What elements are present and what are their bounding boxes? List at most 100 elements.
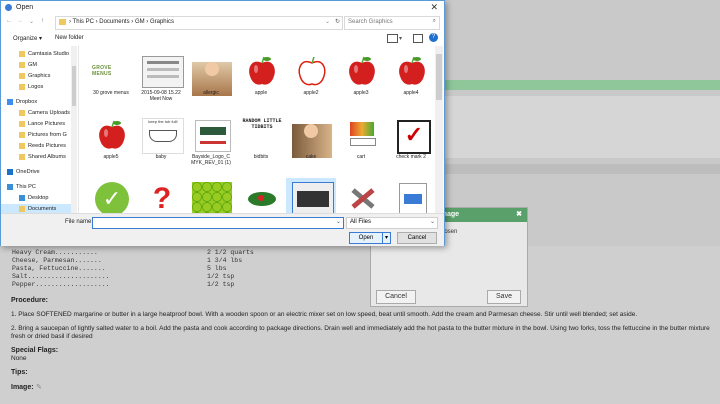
panel-cancel-button[interactable]: Cancel <box>376 290 416 304</box>
file-item[interactable] <box>386 178 434 213</box>
ingredient-name: Heavy Cream........... <box>12 249 98 256</box>
file-scroll-thumb[interactable] <box>436 54 442 100</box>
file-item[interactable]: apple <box>236 50 286 110</box>
breadcrumb-graphics[interactable]: Graphics <box>150 19 174 25</box>
documents-icon <box>19 206 25 212</box>
up-icon[interactable]: ↑ <box>41 18 44 24</box>
address-bar[interactable]: › This PC › Documents › GM › Graphics ⌄ … <box>55 16 343 30</box>
breadcrumb-documents[interactable]: Documents <box>99 19 129 25</box>
file-name: bidbits <box>253 154 269 160</box>
bathtub-icon: keep the tub full! <box>142 118 184 154</box>
file-item[interactable] <box>286 178 336 213</box>
file-scrollbar[interactable] <box>435 46 443 213</box>
dialog-title: Open <box>16 4 34 11</box>
recipe-area: Heavy Cream........... 2 1/2 quarts Chee… <box>0 246 720 404</box>
forward-icon[interactable]: → <box>17 18 23 24</box>
nav-item[interactable]: Dropbox <box>1 97 71 108</box>
nav-item[interactable]: Camtasia Studio <box>1 49 71 60</box>
chevron-down-icon[interactable]: ⌄ <box>29 18 34 25</box>
pencil-icon[interactable]: ✎ <box>36 383 42 391</box>
file-item[interactable]: Bayside_Logo_C MYK_REV_01 (1) <box>186 114 236 174</box>
chevron-down-icon[interactable]: ⌄ <box>336 218 341 225</box>
nav-item-label: OneDrive <box>16 169 40 175</box>
breadcrumb-this-pc[interactable]: This PC <box>73 19 94 25</box>
nav-item[interactable]: Logos <box>1 82 71 93</box>
folder-icon <box>19 121 25 127</box>
help-icon[interactable]: ? <box>429 33 438 42</box>
nav-item[interactable]: Desktop <box>1 193 71 204</box>
preview-pane-icon[interactable] <box>413 34 423 43</box>
nav-item[interactable]: Camera Uploads <box>1 108 71 119</box>
file-name: apple3 <box>353 90 369 96</box>
procedure-step-1: 1. Place SOFTENED margarine or butter in… <box>11 311 638 318</box>
nav-item-label: Dropbox <box>16 99 38 105</box>
red-apple-icon <box>242 54 282 88</box>
nav-item[interactable]: Pictures from G <box>1 130 71 141</box>
close-icon[interactable]: ✖ <box>516 210 522 218</box>
search-box[interactable]: Search Graphics ⌕ <box>344 16 440 30</box>
cart-icon <box>342 118 382 152</box>
open-button[interactable]: Open <box>349 232 383 244</box>
nav-scrollbar[interactable] <box>71 46 77 213</box>
file-item[interactable]: keep the tub full! baby <box>136 114 186 174</box>
nav-scroll-thumb[interactable] <box>72 66 76 106</box>
panel-save-label: Save <box>496 293 512 300</box>
file-item[interactable]: RANDOM LITTLE TIDBITS bidbits <box>236 114 286 174</box>
file-item[interactable]: apple2 <box>286 50 336 110</box>
file-item[interactable]: apple5 <box>86 114 136 174</box>
file-item[interactable]: ✓ check mark 2 <box>386 114 434 174</box>
cancel-button[interactable]: Cancel <box>397 232 437 244</box>
grove-logo-icon: GROVE MENUS <box>92 54 132 88</box>
organize-button[interactable]: Organize ▾ <box>13 35 42 42</box>
chevron-down-icon: ⌄ <box>429 219 435 225</box>
file-name: apple5 <box>103 154 119 160</box>
file-type-select[interactable]: All Files ⌄ <box>346 217 438 229</box>
nav-item[interactable]: OneDrive <box>1 167 71 178</box>
folder-icon <box>19 62 25 68</box>
ingredient-name: Cheese, Parmesan....... <box>12 257 102 264</box>
nav-item[interactable]: Graphics <box>1 71 71 82</box>
view-icon[interactable] <box>387 34 398 43</box>
search-icon[interactable]: ⌕ <box>433 18 436 25</box>
nav-item-label: Lance Pictures <box>28 121 66 127</box>
ingredient-name: Pepper................... <box>12 281 110 288</box>
file-item[interactable]: apple4 <box>386 50 434 110</box>
folder-icon <box>19 51 25 57</box>
file-item[interactable]: 2015-09-08 15.22 Meet Now <box>136 50 186 110</box>
new-folder-button[interactable]: New folder <box>55 35 84 41</box>
nav-item[interactable]: GM <box>1 60 71 71</box>
red-apple-icon <box>392 54 432 88</box>
folder-icon <box>19 143 25 149</box>
folder-icon <box>59 19 66 25</box>
refresh-icon[interactable]: ↻ <box>335 18 340 25</box>
open-dropdown-button[interactable]: ▾ <box>382 232 391 244</box>
sign-photo-icon <box>292 182 334 213</box>
nav-item[interactable]: Lance Pictures <box>1 119 71 130</box>
nav-item[interactable]: This PC <box>1 182 71 193</box>
close-icon[interactable]: ✕ <box>430 2 438 13</box>
back-icon[interactable]: ← <box>6 18 12 24</box>
file-item[interactable]: cake <box>286 114 336 174</box>
panel-save-button[interactable]: Save <box>487 290 521 304</box>
search-input[interactable]: Search Graphics <box>348 19 393 25</box>
file-item[interactable] <box>186 178 236 213</box>
nav-item[interactable]: Documents <box>1 204 71 213</box>
folder-icon <box>19 132 25 138</box>
file-item[interactable] <box>236 178 286 213</box>
file-name-input[interactable]: ⌄ <box>92 217 344 229</box>
file-item[interactable]: allergic <box>186 50 236 110</box>
breadcrumb-gm[interactable]: GM <box>135 19 145 25</box>
file-item[interactable] <box>336 178 386 213</box>
file-item[interactable]: ✓ <box>86 178 136 213</box>
file-item[interactable]: GROVE MENUS 30 grove menus <box>86 50 136 110</box>
nav-item[interactable]: Shared Albums <box>1 152 71 163</box>
file-item[interactable]: ? <box>136 178 186 213</box>
special-flags-value: None <box>11 355 27 362</box>
nav-item-label: Shared Albums <box>28 154 66 160</box>
chevron-down-icon[interactable]: ▾ <box>399 35 402 42</box>
file-item[interactable]: cart <box>336 114 386 174</box>
file-item[interactable]: apple3 <box>336 50 386 110</box>
chevron-down-icon[interactable]: ⌄ <box>325 18 330 25</box>
nav-item[interactable]: Reeds Pictures <box>1 141 71 152</box>
tips-label: Tips: <box>11 369 28 376</box>
